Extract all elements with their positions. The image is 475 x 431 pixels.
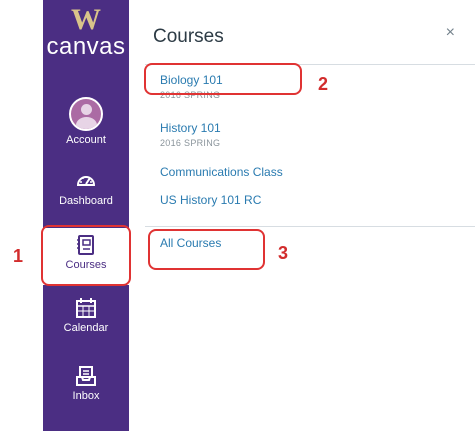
nav-item-inbox[interactable]: Inbox	[43, 365, 129, 403]
course-term: 2016 SPRING	[160, 138, 221, 148]
annotation-number-3: 3	[278, 243, 289, 263]
avatar	[69, 97, 103, 131]
close-icon[interactable]: ×	[446, 24, 455, 42]
global-nav: W canvas Account Dashboard Calendar Inbo…	[43, 0, 129, 431]
course-item-us-history[interactable]: US History 101 RC	[160, 193, 261, 207]
annotation-box-3	[148, 229, 265, 270]
annotation-number-1: 1	[13, 246, 24, 266]
course-link[interactable]: Communications Class	[160, 165, 283, 179]
tray-title: Courses	[153, 26, 224, 47]
nav-item-dashboard[interactable]: Dashboard	[43, 170, 129, 208]
uw-logo-letter[interactable]: W	[43, 4, 129, 36]
annotation-box-1	[41, 225, 131, 286]
nav-item-account[interactable]: Account	[43, 97, 129, 147]
canvas-logo-text[interactable]: canvas	[43, 34, 129, 60]
speedometer-icon	[76, 176, 96, 186]
inbox-icon	[76, 366, 96, 386]
nav-item-inbox-label: Inbox	[72, 390, 100, 402]
calendar-icon	[76, 298, 96, 318]
course-link[interactable]: History 101	[160, 121, 221, 135]
course-link[interactable]: US History 101 RC	[160, 193, 261, 207]
annotation-number-2: 2	[318, 74, 329, 94]
nav-item-account-label: Account	[66, 134, 106, 146]
course-item-communications[interactable]: Communications Class	[160, 165, 283, 179]
nav-item-calendar-label: Calendar	[63, 322, 109, 334]
annotation-box-2	[144, 63, 302, 95]
nav-item-dashboard-label: Dashboard	[59, 195, 113, 207]
course-item-history[interactable]: History 101 2016 SPRING	[160, 121, 221, 150]
divider	[145, 226, 475, 227]
nav-item-calendar[interactable]: Calendar	[43, 297, 129, 335]
